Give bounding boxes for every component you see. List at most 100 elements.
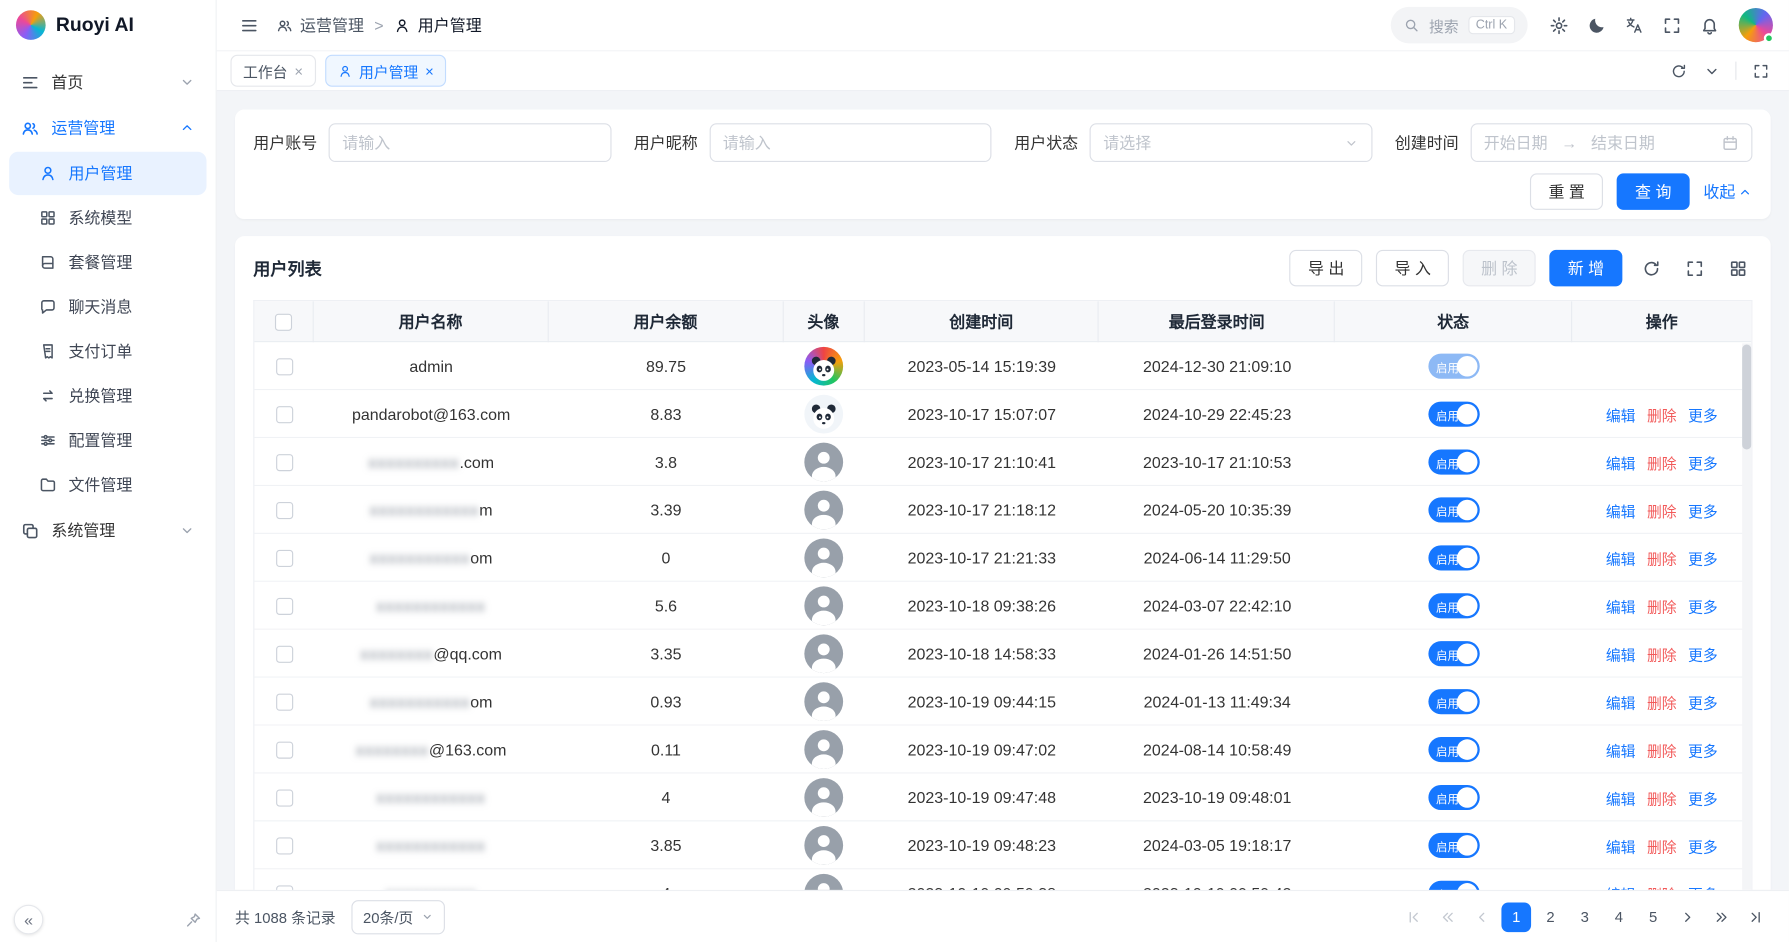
next-page-icon[interactable] (1673, 902, 1703, 932)
refresh-icon[interactable] (1636, 253, 1666, 283)
tab-workbench[interactable]: 工作台 × (230, 55, 315, 87)
sidebar-subitem[interactable]: 支付订单 (9, 330, 206, 373)
chevron-down-icon[interactable] (1697, 56, 1727, 86)
pin-icon[interactable] (185, 911, 202, 928)
sidebar-item-operations[interactable]: 运营管理 (9, 105, 206, 151)
table-scrollbar[interactable] (1742, 343, 1751, 889)
scrollbar-thumb[interactable] (1742, 345, 1751, 450)
delete-link[interactable]: 删除 (1647, 643, 1677, 665)
status-toggle[interactable]: 启用 (1428, 497, 1479, 522)
sidebar-subitem[interactable]: 套餐管理 (9, 241, 206, 284)
row-checkbox[interactable] (276, 837, 293, 854)
page-4-button[interactable]: 4 (1604, 902, 1634, 932)
first-page-icon[interactable] (1399, 902, 1429, 932)
sidebar-subitem[interactable]: 聊天消息 (9, 285, 206, 328)
close-icon[interactable]: × (294, 63, 303, 78)
more-link[interactable]: 更多 (1688, 739, 1718, 761)
user-avatar[interactable] (1739, 8, 1773, 42)
row-checkbox[interactable] (276, 406, 293, 423)
close-icon[interactable]: × (425, 63, 434, 78)
status-toggle[interactable]: 启用 (1428, 641, 1479, 666)
row-checkbox[interactable] (276, 454, 293, 471)
row-checkbox[interactable] (276, 885, 293, 890)
status-toggle[interactable]: 启用 (1428, 545, 1479, 570)
more-link[interactable]: 更多 (1688, 835, 1718, 857)
edit-link[interactable]: 编辑 (1606, 835, 1636, 857)
query-button[interactable]: 查 询 (1617, 173, 1690, 210)
reset-button[interactable]: 重 置 (1530, 173, 1603, 210)
more-link[interactable]: 更多 (1688, 547, 1718, 569)
more-link[interactable]: 更多 (1688, 643, 1718, 665)
dark-mode-moon-icon[interactable] (1580, 9, 1612, 41)
collapse-filter-link[interactable]: 收起 (1703, 180, 1752, 203)
status-toggle[interactable]: 启用 (1428, 450, 1479, 475)
sidebar-subitem[interactable]: 用户管理 (9, 152, 206, 195)
delete-link[interactable]: 删除 (1647, 691, 1677, 713)
edit-link[interactable]: 编辑 (1606, 595, 1636, 617)
prev-5-pages-icon[interactable] (1433, 902, 1463, 932)
row-checkbox[interactable] (276, 693, 293, 710)
status-toggle[interactable]: 启用 (1428, 689, 1479, 714)
breadcrumb-users[interactable]: 用户管理 (394, 14, 482, 37)
next-5-pages-icon[interactable] (1707, 902, 1737, 932)
sidebar-subitem[interactable]: 文件管理 (9, 463, 206, 506)
delete-link[interactable]: 删除 (1647, 451, 1677, 473)
row-checkbox[interactable] (276, 549, 293, 566)
hamburger-menu-icon[interactable] (233, 9, 265, 41)
more-link[interactable]: 更多 (1688, 595, 1718, 617)
edit-link[interactable]: 编辑 (1606, 691, 1636, 713)
edit-link[interactable]: 编辑 (1606, 499, 1636, 521)
select-all-checkbox[interactable] (275, 313, 292, 330)
row-checkbox[interactable] (276, 358, 293, 375)
more-link[interactable]: 更多 (1688, 499, 1718, 521)
edit-link[interactable]: 编辑 (1606, 643, 1636, 665)
status-toggle[interactable]: 启用 (1428, 881, 1479, 890)
export-button[interactable]: 导 出 (1290, 250, 1363, 287)
account-input[interactable] (329, 123, 611, 162)
settings-gear-icon[interactable] (1542, 9, 1574, 41)
breadcrumb-operations[interactable]: 运营管理 (276, 14, 364, 37)
row-checkbox[interactable] (276, 501, 293, 518)
edit-link[interactable]: 编辑 (1606, 787, 1636, 809)
import-button[interactable]: 导 入 (1376, 250, 1449, 287)
row-checkbox[interactable] (276, 645, 293, 662)
sidebar-subitem[interactable]: 兑换管理 (9, 374, 206, 417)
column-settings-grid-icon[interactable] (1723, 253, 1753, 283)
row-checkbox[interactable] (276, 741, 293, 758)
status-toggle[interactable]: 启用 (1428, 402, 1479, 427)
page-size-select[interactable]: 20条/页 (352, 900, 446, 934)
delete-link[interactable]: 删除 (1647, 403, 1677, 425)
nickname-input[interactable] (709, 123, 991, 162)
page-1-button[interactable]: 1 (1501, 902, 1531, 932)
status-toggle[interactable]: 启用 (1428, 785, 1479, 810)
delete-button[interactable]: 删 除 (1463, 250, 1536, 287)
global-search[interactable]: 搜索 Ctrl K (1391, 7, 1527, 44)
edit-link[interactable]: 编辑 (1606, 403, 1636, 425)
edit-link[interactable]: 编辑 (1606, 882, 1636, 889)
more-link[interactable]: 更多 (1688, 691, 1718, 713)
sidebar-collapse-button[interactable]: « (14, 905, 44, 935)
delete-link[interactable]: 删除 (1647, 547, 1677, 569)
status-toggle[interactable]: 启用 (1428, 593, 1479, 618)
more-link[interactable]: 更多 (1688, 403, 1718, 425)
notifications-bell-icon[interactable] (1693, 9, 1725, 41)
sidebar-item-system[interactable]: 系统管理 (9, 508, 206, 554)
add-button[interactable]: 新 增 (1549, 250, 1622, 287)
row-checkbox[interactable] (276, 597, 293, 614)
sidebar-subitem[interactable]: 配置管理 (9, 419, 206, 462)
more-link[interactable]: 更多 (1688, 451, 1718, 473)
status-toggle[interactable]: 启用 (1428, 833, 1479, 858)
edit-link[interactable]: 编辑 (1606, 547, 1636, 569)
status-toggle[interactable]: 启用 (1428, 354, 1479, 379)
delete-link[interactable]: 删除 (1647, 739, 1677, 761)
edit-link[interactable]: 编辑 (1606, 451, 1636, 473)
row-checkbox[interactable] (276, 789, 293, 806)
more-link[interactable]: 更多 (1688, 882, 1718, 889)
page-3-button[interactable]: 3 (1570, 902, 1600, 932)
edit-link[interactable]: 编辑 (1606, 739, 1636, 761)
status-select[interactable]: 请选择 (1090, 123, 1372, 162)
delete-link[interactable]: 删除 (1647, 499, 1677, 521)
page-2-button[interactable]: 2 (1536, 902, 1566, 932)
delete-link[interactable]: 删除 (1647, 835, 1677, 857)
fullscreen-icon[interactable] (1679, 253, 1709, 283)
